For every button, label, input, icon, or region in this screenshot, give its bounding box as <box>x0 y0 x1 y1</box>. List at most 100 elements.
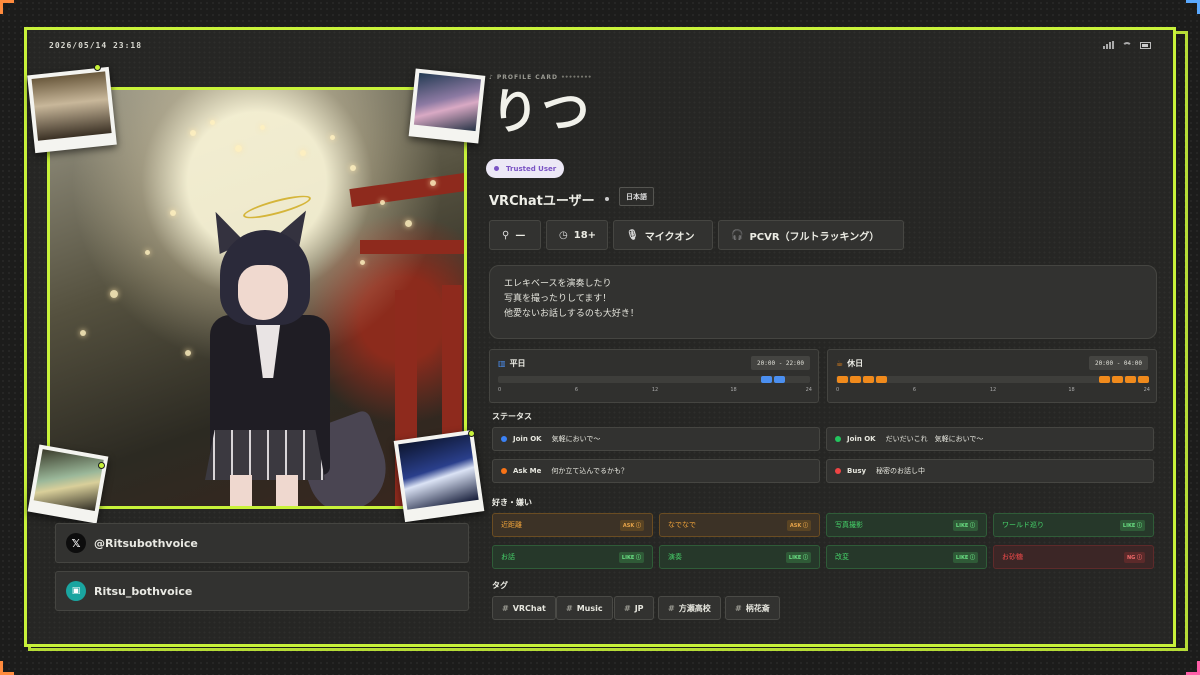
schedule-tick-label: 0 <box>836 387 840 393</box>
bokeh-light <box>190 130 196 136</box>
social-handle: Ritsu_bothvoice <box>94 584 193 598</box>
schedule-tick-label: 18 <box>1068 387 1075 393</box>
bio-text: エレキベースを演奏したり 写真を撮ったりしてます！ 他愛ないお話しするのも大好き… <box>489 265 1157 339</box>
bokeh-light <box>260 125 265 130</box>
bokeh-light <box>380 200 385 205</box>
bokeh-light <box>80 330 86 336</box>
schedule-tick-label: 24 <box>805 387 812 393</box>
avatar-leg <box>276 475 298 506</box>
schedule-tick-label: 12 <box>651 387 659 393</box>
bokeh-light <box>145 250 150 255</box>
pin-icon <box>468 430 475 437</box>
like-item: お話 LIKE ⓘ <box>492 545 653 569</box>
schedule-hour-block <box>1098 376 1110 383</box>
role-label: VRChatユーザー <box>489 194 595 209</box>
social-link-vrchat[interactable]: ▣ Ritsu_bothvoice <box>55 571 469 611</box>
status-dot <box>501 468 507 474</box>
bokeh-light <box>170 210 176 216</box>
building-icon: ▥ <box>498 359 506 368</box>
section-status: ステータス <box>492 412 532 421</box>
status-row: Join OK 気軽においで〜 <box>492 427 820 451</box>
tag[interactable]: # VRChat <box>492 596 556 620</box>
chip-age: ◷ 18+ <box>546 220 608 250</box>
polaroid-photo-4 <box>393 429 485 523</box>
schedule-hour-block <box>1111 376 1123 383</box>
age-icon: ◷ <box>559 229 568 241</box>
schedule-track <box>836 376 1149 383</box>
like-item: 写真撮影 LIKE ⓘ <box>826 513 987 537</box>
polaroid-photo-1 <box>27 66 117 154</box>
like-item: 近距離 ASK ⓘ <box>492 513 653 537</box>
battery-icon <box>1140 41 1151 49</box>
signal-icon <box>1103 41 1114 49</box>
like-item: お砂糖 NG ⓘ <box>993 545 1154 569</box>
x-logo-icon: 𝕏 <box>66 533 86 553</box>
tag[interactable]: # Music <box>556 596 613 620</box>
schedule-hour-block <box>837 376 849 383</box>
chip-platform: 🎧 PCVR（フルトラッキング） <box>718 220 904 250</box>
bokeh-light <box>330 135 335 140</box>
tag[interactable]: # 方瀬高校 <box>658 596 721 620</box>
bokeh-light <box>110 290 118 298</box>
schedule-holiday: ☕ 休日 20:00 - 04:00 0 6 12 18 24 <box>827 349 1157 403</box>
profile-card: 2026/05/14 23:18 𝕏 @Ritsubothvoice ▣ Rit… <box>24 27 1176 647</box>
status-dot <box>501 436 507 442</box>
kicker-dots: •••••••• <box>560 74 592 81</box>
chip-mic: 🎙 マイクオン <box>613 220 713 250</box>
bokeh-light <box>235 145 242 152</box>
status-row: Ask Me 何か立て込んでるかも？ <box>492 459 820 483</box>
hash-icon: # <box>735 603 742 613</box>
schedule-tick-label: 6 <box>912 387 917 393</box>
schedule-hour-block <box>760 376 772 383</box>
pin-icon <box>98 462 105 469</box>
schedule-hour-block <box>773 376 785 383</box>
like-item: ワールド巡り LIKE ⓘ <box>993 513 1154 537</box>
torii-top-beam <box>349 171 464 207</box>
polaroid-photo-2 <box>408 68 486 144</box>
schedule-hour-block <box>850 376 862 383</box>
tag[interactable]: # JP <box>614 596 654 620</box>
like-item: 改変 LIKE ⓘ <box>826 545 987 569</box>
avatar-face <box>238 265 288 320</box>
schedule-time: 20:00 - 04:00 <box>1089 356 1148 370</box>
schedule-track <box>498 376 810 383</box>
vrchat-logo-icon: ▣ <box>66 581 86 601</box>
schedule-tick-label: 0 <box>498 387 502 393</box>
system-icons <box>1103 41 1151 49</box>
bokeh-light <box>430 180 436 186</box>
wifi-icon <box>1122 41 1132 49</box>
social-handle: @Ritsubothvoice <box>94 536 198 550</box>
bokeh-light <box>405 220 412 227</box>
schedule-hour-block <box>1137 376 1149 383</box>
pin-icon <box>94 64 101 71</box>
section-tags: タグ <box>492 581 508 590</box>
torii-beam <box>360 240 464 254</box>
hash-icon: # <box>624 603 631 613</box>
corner-accent-top-left <box>0 0 14 14</box>
corner-accent-bottom-right <box>1186 661 1200 675</box>
kicker: ♪ PROFILE CARD •••••••• <box>489 74 592 81</box>
status-row: Join OK だいだいこれ 気軽においで〜 <box>826 427 1154 451</box>
schedule-tick-label: 12 <box>989 387 997 393</box>
bokeh-light <box>210 120 215 125</box>
tag[interactable]: # 柄花斎 <box>725 596 780 620</box>
display-name: りつ <box>491 84 592 140</box>
hash-icon: # <box>668 603 675 613</box>
chip-gender: ⚲ — <box>489 220 541 250</box>
bokeh-light <box>360 260 365 265</box>
headset-icon: 🎧 <box>731 229 744 241</box>
polaroid-photo-3 <box>27 444 109 524</box>
schedule-ticks: 0 6 12 18 24 <box>836 387 1150 395</box>
avatar-leg <box>230 475 252 506</box>
schedule-hour-block <box>1124 376 1136 383</box>
coffee-icon: ☕ <box>836 359 844 368</box>
status-bar: 2026/05/14 23:18 <box>49 38 1151 52</box>
music-note-icon: ♪ <box>489 74 494 81</box>
avatar-skirt <box>205 430 325 480</box>
social-link-x[interactable]: 𝕏 @Ritsubothvoice <box>55 523 469 563</box>
schedule-tick-label: 24 <box>1143 387 1150 393</box>
like-item: なでなで ASK ⓘ <box>659 513 820 537</box>
section-likes: 好き・嫌い <box>492 498 532 507</box>
bokeh-light <box>185 350 191 356</box>
schedule-hour-block <box>876 376 888 383</box>
